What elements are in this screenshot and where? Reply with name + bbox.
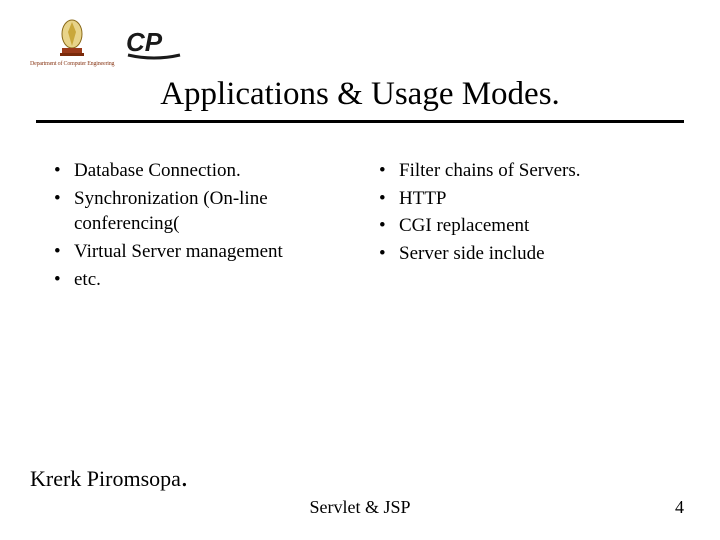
right-list: •Filter chains of Servers. •HTTP •CGI re… (375, 158, 670, 267)
title-divider (36, 120, 684, 123)
header-logos: Department of Computer Engineering CP (30, 18, 184, 67)
list-item: •Synchronization (On-line conferencing( (50, 186, 345, 237)
list-item: •Server side include (375, 241, 670, 267)
dept-label: Department of Computer Engineering (30, 61, 114, 67)
list-item: •Filter chains of Servers. (375, 158, 670, 184)
page-number: 4 (675, 497, 684, 518)
cp-logo-icon: CP (124, 25, 184, 61)
list-item: •Database Connection. (50, 158, 345, 184)
left-column: •Database Connection. •Synchronization (… (50, 158, 345, 294)
svg-text:CP: CP (126, 27, 163, 57)
list-item: •Virtual Server management (50, 239, 345, 265)
crest-icon (54, 18, 90, 60)
list-item: •HTTP (375, 186, 670, 212)
right-column: •Filter chains of Servers. •HTTP •CGI re… (375, 158, 670, 294)
footer-topic: Servlet & JSP (0, 497, 720, 518)
left-list: •Database Connection. •Synchronization (… (50, 158, 345, 292)
author-name: Krerk Piromsopa. (30, 462, 188, 494)
dept-logo: Department of Computer Engineering (30, 18, 114, 67)
list-item: •etc. (50, 267, 345, 293)
content-columns: •Database Connection. •Synchronization (… (50, 158, 670, 294)
list-item: •CGI replacement (375, 213, 670, 239)
page-title: Applications & Usage Modes. (0, 76, 720, 113)
